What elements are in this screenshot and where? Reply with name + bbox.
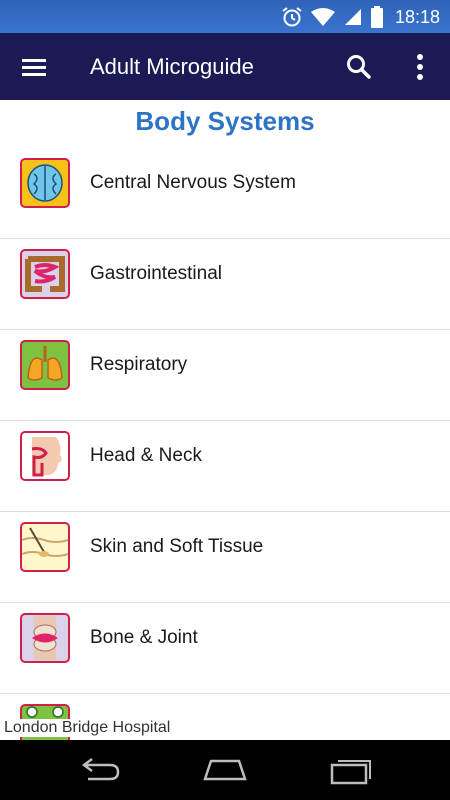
item-label: Gastrointestinal xyxy=(90,263,223,284)
footer-hospital-name: London Bridge Hospital xyxy=(2,719,173,737)
body-systems-list: Central Nervous System Gastrointestinal … xyxy=(0,148,450,740)
list-item-skin-soft-tissue[interactable]: Skin and Soft Tissue xyxy=(0,512,450,603)
signal-icon xyxy=(344,9,361,25)
bone-joint-icon xyxy=(20,613,70,663)
item-label: Bone & Joint xyxy=(90,627,198,648)
list-item-head-neck[interactable]: Head & Neck xyxy=(0,421,450,512)
item-label: Respiratory xyxy=(90,354,188,375)
skin-icon xyxy=(20,522,70,572)
recent-apps-icon[interactable] xyxy=(326,755,374,785)
list-item-gastrointestinal[interactable]: Gastrointestinal xyxy=(0,239,450,330)
body-systems-screen: Body Systems Central Nervous System Gast… xyxy=(0,100,450,740)
status-time: 18:18 xyxy=(394,6,440,27)
battery-icon xyxy=(370,6,383,28)
list-item-respiratory[interactable]: Respiratory xyxy=(0,330,450,421)
back-icon[interactable] xyxy=(76,755,124,785)
more-vert-icon[interactable] xyxy=(408,51,432,83)
list-item-central-nervous-system[interactable]: Central Nervous System xyxy=(0,148,450,239)
hamburger-menu-icon[interactable] xyxy=(18,53,50,81)
intestine-icon xyxy=(20,249,70,299)
system-nav-bar xyxy=(0,740,450,800)
head-neck-icon xyxy=(20,431,70,481)
list-item-bone-joint[interactable]: Bone & Joint xyxy=(0,603,450,694)
lungs-icon xyxy=(20,340,70,390)
item-label: Head & Neck xyxy=(90,445,202,466)
alarm-icon xyxy=(282,7,302,27)
status-icons: 18:18 xyxy=(281,5,440,29)
item-label: Central Nervous System xyxy=(90,172,296,193)
app-title: Adult Microguide xyxy=(90,54,254,79)
item-label: Skin and Soft Tissue xyxy=(90,536,264,557)
home-icon[interactable] xyxy=(201,755,249,785)
section-title: Body Systems xyxy=(135,106,315,136)
app-bar: Adult Microguide xyxy=(0,33,450,100)
search-icon[interactable] xyxy=(343,51,375,83)
status-bar: 18:18 xyxy=(0,0,450,33)
brain-icon xyxy=(20,158,70,208)
wifi-icon xyxy=(310,8,335,26)
